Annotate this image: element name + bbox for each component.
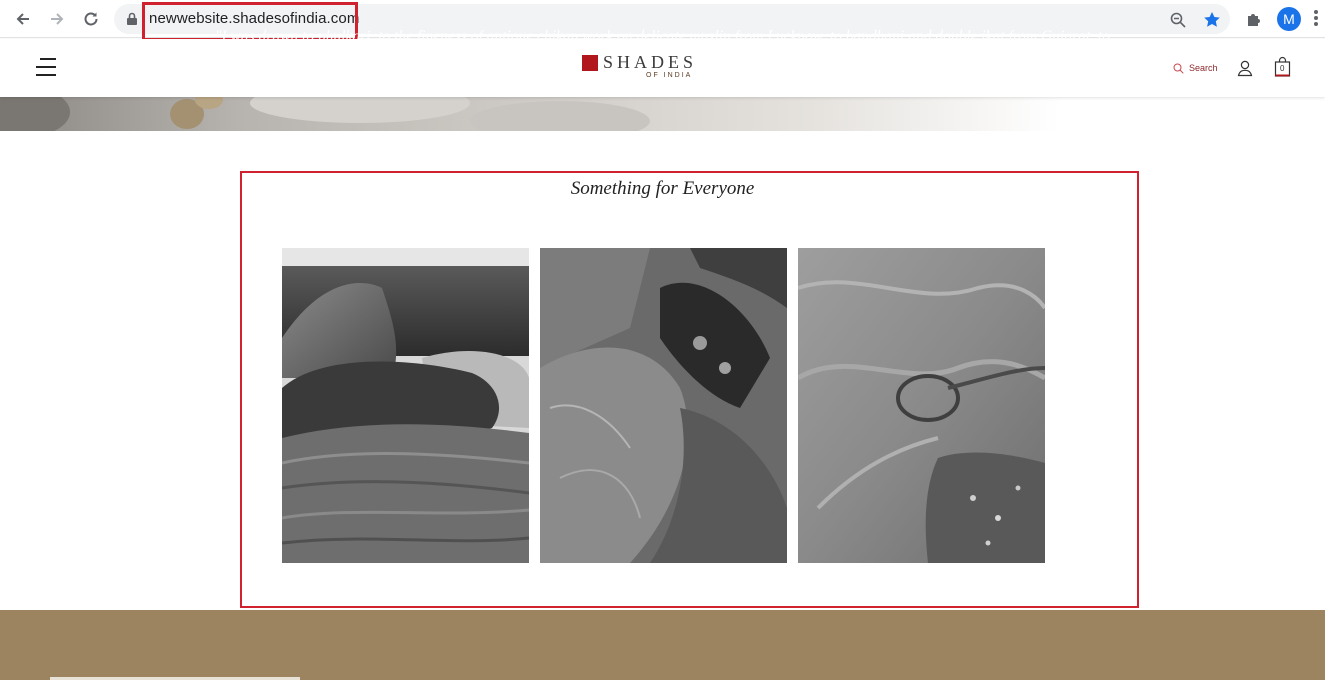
hero-image xyxy=(0,97,1325,131)
forward-icon[interactable] xyxy=(44,6,70,32)
user-icon[interactable] xyxy=(1236,59,1254,77)
section-title: Something for Everyone xyxy=(570,178,755,199)
logo-mark xyxy=(582,55,598,71)
cart-icon[interactable]: 0 xyxy=(1273,56,1293,78)
reload-icon[interactable] xyxy=(78,6,104,32)
quote-band xyxy=(0,610,1325,680)
more-icon[interactable] xyxy=(1314,10,1320,28)
lock-icon xyxy=(127,12,137,25)
search-icon xyxy=(1173,63,1184,74)
search-label: Search xyxy=(1189,63,1218,73)
embroidered-fabric-image[interactable] xyxy=(540,248,787,563)
site-header: SHADES OF INDIA Search 0 xyxy=(0,39,1325,97)
back-icon[interactable] xyxy=(10,6,36,32)
zoom-icon[interactable] xyxy=(1168,10,1188,30)
logo-main-text: SHADES xyxy=(603,52,698,72)
logo-sub-text: OF INDIA xyxy=(646,72,693,79)
search-button[interactable]: Search xyxy=(1173,61,1218,75)
profile-avatar[interactable]: M xyxy=(1277,7,1301,31)
menu-icon[interactable] xyxy=(36,58,58,78)
bookmark-star-icon[interactable] xyxy=(1202,10,1222,30)
sheer-fabric-image[interactable] xyxy=(798,248,1045,563)
site-logo[interactable]: SHADES OF INDIA xyxy=(582,52,702,83)
extensions-icon[interactable] xyxy=(1244,9,1264,29)
cart-count: 0 xyxy=(1280,64,1285,73)
cushions-image[interactable] xyxy=(282,248,529,563)
